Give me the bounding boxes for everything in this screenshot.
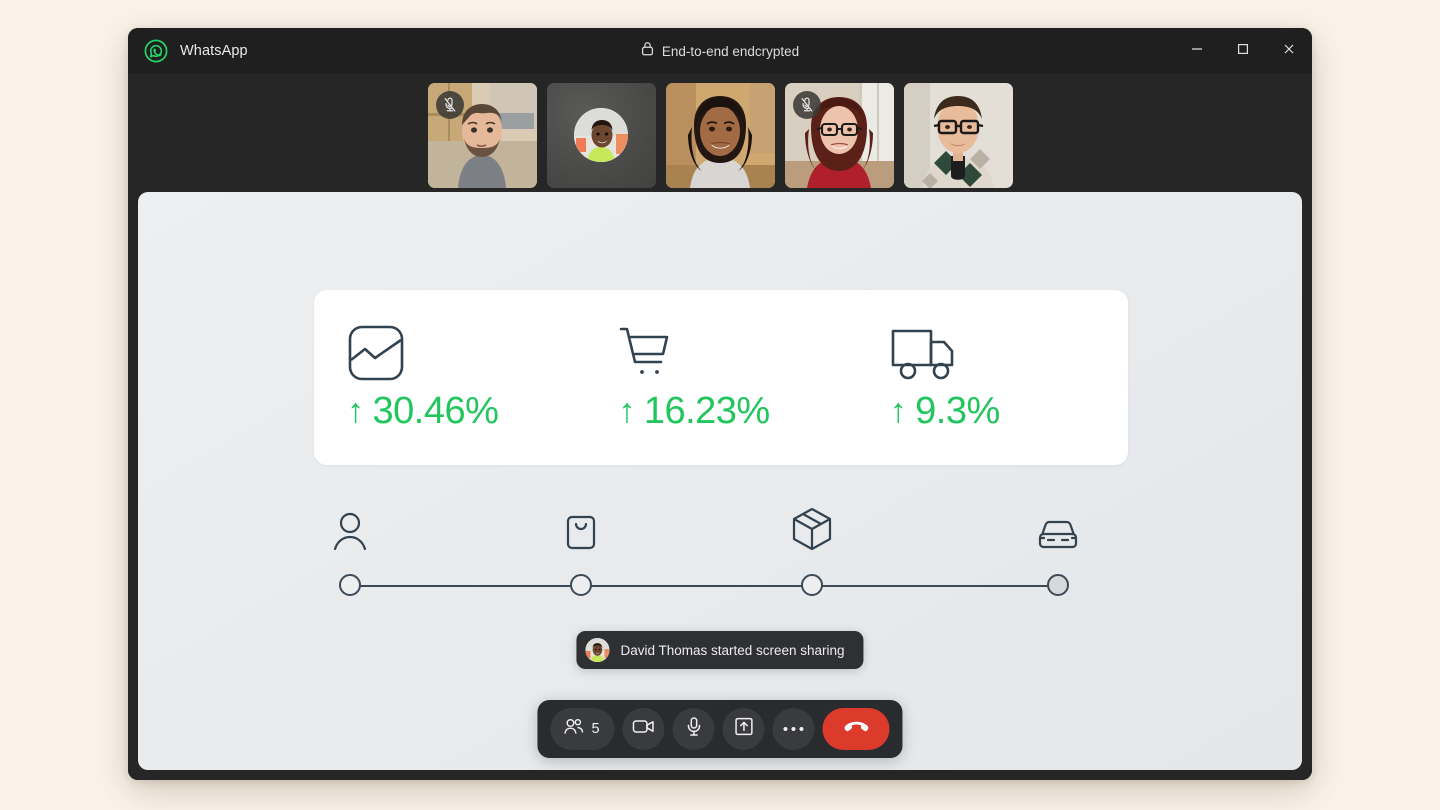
more-options-button[interactable] [772, 708, 815, 750]
stepper-node[interactable] [800, 574, 823, 596]
minimize-icon [1190, 42, 1204, 61]
kpi-item: ↑ 9.3% [857, 326, 1128, 430]
stage-wrapper: ↑ 30.46% ↑ 16.23% ↑ 9.3% David Thomas st… [128, 192, 1312, 780]
participant-video [903, 82, 1013, 188]
participant-tile[interactable] [784, 82, 894, 188]
screen-share-toast: David Thomas started screen sharing [576, 631, 864, 669]
stepper-node-active[interactable] [1047, 574, 1069, 596]
window-controls [1174, 28, 1312, 74]
participant-video [665, 82, 775, 188]
kpi-percent: 16.23% [643, 389, 770, 432]
close-icon [1282, 42, 1296, 61]
trend-up-arrow-icon: ↑ [618, 391, 635, 430]
shared-screen-stage: ↑ 30.46% ↑ 16.23% ↑ 9.3% David Thomas st… [138, 192, 1302, 770]
whatsapp-call-window: WhatsApp End-to-end endcrypted ↑ 30.46% … [128, 28, 1312, 780]
kpi-item: ↑ 16.23% [585, 326, 856, 430]
toast-message: David Thomas started screen sharing [620, 642, 845, 658]
microphone-button[interactable] [672, 708, 715, 750]
mic-off-icon [792, 90, 821, 119]
car-icon [1037, 517, 1079, 556]
line-chart-icon [347, 325, 585, 382]
lock-icon [641, 41, 654, 61]
whatsapp-logo-icon [144, 39, 168, 63]
trend-up-arrow-icon: ↑ [889, 391, 907, 430]
app-title: WhatsApp [180, 43, 248, 59]
close-button[interactable] [1266, 28, 1312, 74]
stepper-track [350, 585, 1058, 587]
kpi-value: ↑ 9.3% [890, 392, 1128, 430]
kpi-percent: 30.46% [372, 389, 499, 432]
stepper-icons [333, 507, 1078, 556]
avatar [574, 108, 628, 162]
participant-tile[interactable] [903, 82, 1013, 188]
camera-off-placeholder [546, 82, 656, 188]
maximize-button[interactable] [1220, 28, 1266, 74]
call-controlbar: 5 [537, 700, 903, 758]
kpi-card: ↑ 30.46% ↑ 16.23% ↑ 9.3% [314, 290, 1128, 465]
participant-filmstrip [128, 74, 1312, 192]
share-screen-button[interactable] [722, 708, 765, 750]
participant-tile[interactable] [427, 82, 537, 188]
participants-button[interactable]: 5 [550, 708, 615, 750]
user-icon [332, 511, 368, 556]
participant-tile[interactable] [665, 82, 775, 188]
titlebar: WhatsApp End-to-end endcrypted [128, 28, 1312, 74]
encryption-indicator: End-to-end endcrypted [128, 41, 1312, 61]
mic-off-icon [435, 90, 464, 119]
shopping-bag-icon [564, 511, 598, 556]
avatar [585, 638, 610, 662]
stepper-node[interactable] [569, 574, 592, 596]
share-screen-icon [734, 717, 753, 741]
shopping-cart-icon [618, 326, 856, 382]
encryption-label: End-to-end endcrypted [661, 43, 800, 59]
participant-tile[interactable] [546, 82, 656, 188]
microphone-icon [686, 717, 701, 741]
trend-up-arrow-icon: ↑ [347, 391, 364, 430]
delivery-truck-icon [890, 326, 1128, 382]
end-call-button[interactable] [822, 708, 890, 750]
kpi-value: ↑ 16.23% [618, 392, 856, 430]
kpi-item: ↑ 30.46% [314, 325, 585, 430]
video-camera-icon [632, 719, 655, 739]
kpi-value: ↑ 30.46% [347, 392, 585, 430]
camera-button[interactable] [622, 708, 665, 750]
kpi-percent: 9.3% [915, 389, 1000, 432]
participants-count: 5 [591, 721, 600, 737]
more-options-icon [783, 727, 804, 731]
end-call-icon [843, 720, 869, 739]
stepper-node[interactable] [339, 574, 361, 596]
titlebar-brand: WhatsApp [128, 39, 248, 63]
people-icon [563, 718, 584, 740]
package-box-icon [791, 507, 833, 556]
order-journey-stepper [333, 507, 1078, 604]
minimize-button[interactable] [1174, 28, 1220, 74]
maximize-icon [1236, 42, 1250, 61]
